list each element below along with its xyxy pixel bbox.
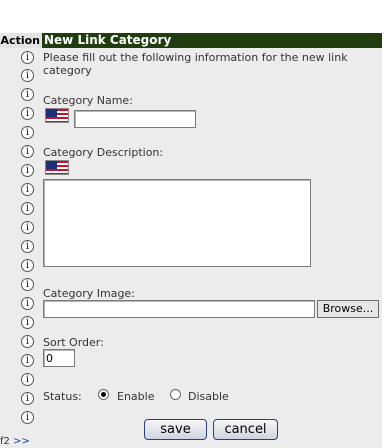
info-icon[interactable]: i xyxy=(21,278,34,291)
page-indicator: f2 xyxy=(0,436,10,447)
info-icon[interactable]: i xyxy=(21,259,34,272)
us-flag-icon xyxy=(45,108,69,123)
info-icon[interactable]: i xyxy=(21,392,34,405)
sort-order-label: Sort Order: xyxy=(43,336,104,349)
info-icon[interactable]: i xyxy=(21,145,34,158)
info-icon[interactable]: i xyxy=(21,354,34,367)
intro-text-line2: category xyxy=(43,64,92,77)
browse-button[interactable]: Browse... xyxy=(317,300,379,318)
panel-title: New Link Category xyxy=(42,33,382,48)
action-column-header: Action xyxy=(0,33,42,48)
next-page-link[interactable]: >> xyxy=(13,436,30,447)
info-icon[interactable]: i xyxy=(21,107,34,120)
us-flag-icon xyxy=(45,160,69,175)
info-icon[interactable]: i xyxy=(21,164,34,177)
info-icon[interactable]: i xyxy=(21,51,34,64)
info-icon[interactable]: i xyxy=(21,69,34,82)
category-name-label: Category Name: xyxy=(43,94,133,107)
info-icon[interactable]: i xyxy=(21,221,34,234)
pager: f2 >> xyxy=(0,436,30,447)
info-icon[interactable]: i xyxy=(21,88,34,101)
category-description-label: Category Description: xyxy=(43,146,164,159)
cancel-button[interactable]: cancel xyxy=(213,419,278,440)
category-image-file-input[interactable] xyxy=(43,300,315,318)
info-icon[interactable]: i xyxy=(21,240,34,253)
status-enable-radio[interactable] xyxy=(98,389,109,400)
intro-text-line1: Please fill out the following informatio… xyxy=(43,51,348,64)
info-icon[interactable]: i xyxy=(21,335,34,348)
info-icon[interactable]: i xyxy=(21,183,34,196)
info-icon[interactable]: i xyxy=(21,297,34,310)
category-name-input[interactable] xyxy=(74,110,196,128)
info-icon[interactable]: i xyxy=(21,411,34,424)
status-enable-label: Enable xyxy=(117,390,155,403)
info-icon[interactable]: i xyxy=(21,126,34,139)
status-label: Status: xyxy=(43,390,82,403)
info-icon[interactable]: i xyxy=(21,202,34,215)
category-image-label: Category Image: xyxy=(43,287,135,300)
save-button[interactable]: save xyxy=(144,419,207,440)
category-description-textarea[interactable] xyxy=(43,179,311,267)
info-icon[interactable]: i xyxy=(21,316,34,329)
status-disable-radio[interactable] xyxy=(170,389,181,400)
info-icon[interactable]: i xyxy=(21,373,34,386)
status-disable-label: Disable xyxy=(188,390,229,403)
sort-order-input[interactable] xyxy=(43,349,75,367)
